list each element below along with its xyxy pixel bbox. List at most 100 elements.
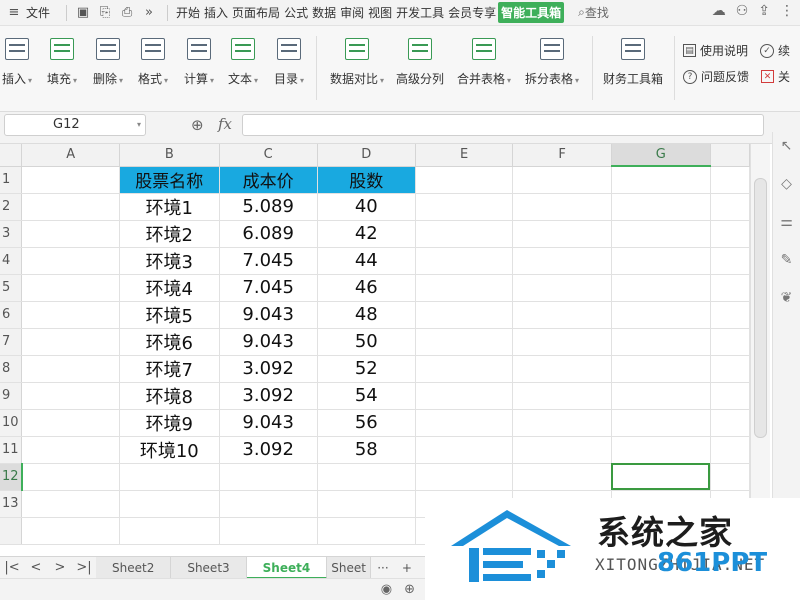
tab-member[interactable]: 会员专享 [446, 4, 498, 21]
cell[interactable] [219, 517, 318, 545]
shares-cell[interactable]: 50 [317, 328, 416, 356]
cursor-select-icon[interactable]: ↖ [779, 138, 795, 154]
stock-name-cell[interactable]: 环境9 [119, 409, 220, 437]
cost-price-cell[interactable]: 6.089 [219, 220, 318, 248]
finance-toolbox-button[interactable]: 财务工具箱 [602, 38, 664, 87]
cell[interactable] [710, 436, 750, 464]
print-icon[interactable]: ⎙ [117, 3, 137, 23]
cost-price-cell[interactable]: 9.043 [219, 301, 318, 329]
header-cell-cost-price[interactable]: 成本价 [219, 166, 318, 194]
row-header-6[interactable]: 6 [0, 301, 23, 329]
cell[interactable] [611, 193, 711, 221]
row-header-2[interactable]: 2 [0, 193, 23, 221]
cost-price-cell[interactable]: 5.089 [219, 193, 318, 221]
stock-name-cell[interactable]: 环境8 [119, 382, 220, 410]
cell[interactable] [415, 436, 514, 464]
cost-price-cell[interactable]: 7.045 [219, 274, 318, 302]
cell[interactable] [512, 166, 612, 194]
row-header-10[interactable]: 10 [0, 409, 23, 437]
feedback-button[interactable]: ? 问题反馈 ✕ 关 [683, 68, 790, 85]
shares-cell[interactable]: 54 [317, 382, 416, 410]
cost-price-cell[interactable]: 9.043 [219, 409, 318, 437]
tab-smart-toolbox[interactable]: 智能工具箱 [498, 2, 565, 23]
advanced-split-button[interactable]: 高级分列 [393, 38, 447, 87]
export-icon[interactable]: ⎘ [95, 3, 115, 23]
more-options-icon[interactable]: ⋮ [780, 3, 794, 19]
split-table-button[interactable]: 拆分表格 ▾ [522, 38, 582, 87]
cell[interactable] [415, 355, 514, 383]
row-header-9[interactable]: 9 [0, 382, 23, 410]
row-header-7[interactable]: 7 [0, 328, 23, 356]
cell[interactable] [512, 463, 612, 491]
prev-sheet-icon[interactable]: < [24, 560, 48, 575]
view-mode-icon[interactable]: ⊕ [404, 582, 415, 597]
slider-settings-icon[interactable]: ⚌ [779, 214, 795, 230]
cell[interactable] [415, 247, 514, 275]
stock-name-cell[interactable]: 环境10 [119, 436, 220, 464]
tab-insert[interactable]: 插入 [202, 4, 230, 21]
row-header-8[interactable]: 8 [0, 355, 23, 383]
cell[interactable] [710, 328, 750, 356]
last-sheet-icon[interactable]: >| [72, 560, 96, 575]
cell[interactable] [415, 382, 514, 410]
cell[interactable] [317, 517, 416, 545]
cell[interactable] [317, 490, 416, 518]
cell[interactable] [710, 220, 750, 248]
cell[interactable] [611, 328, 711, 356]
cell[interactable] [21, 193, 121, 221]
cell[interactable] [512, 274, 612, 302]
tab-data[interactable]: 数据 [310, 4, 338, 21]
cell[interactable] [415, 274, 514, 302]
app-logo-icon[interactable]: ❦ [779, 290, 795, 306]
cell[interactable] [611, 166, 711, 194]
cell[interactable] [710, 247, 750, 275]
sheet-tab-sheet4[interactable]: Sheet4 [246, 556, 328, 579]
cost-price-cell[interactable]: 3.092 [219, 355, 318, 383]
cell[interactable] [21, 382, 121, 410]
stock-name-cell[interactable]: 环境6 [119, 328, 220, 356]
cell[interactable] [21, 517, 121, 545]
name-box[interactable]: G12 ▾ [4, 114, 146, 136]
shape-icon[interactable]: ◇ [779, 176, 795, 192]
cell[interactable] [512, 301, 612, 329]
cell[interactable] [415, 328, 514, 356]
column-header-b[interactable]: B [119, 144, 220, 167]
cell[interactable] [21, 220, 121, 248]
cell[interactable] [710, 193, 750, 221]
cell[interactable] [119, 490, 220, 518]
row-header-3[interactable]: 3 [0, 220, 23, 248]
row-header-1[interactable]: 1 [0, 166, 23, 194]
row-header-11[interactable]: 11 [0, 436, 23, 464]
eye-protection-icon[interactable]: ◉ [381, 582, 392, 597]
toc-button[interactable]: 目录 ▾ [262, 38, 316, 87]
help-button[interactable]: ▤ 使用说明 ✓ 续 [683, 42, 790, 59]
column-header-f[interactable]: F [512, 144, 612, 167]
search-box[interactable]: ⌕ 查找 [578, 4, 609, 21]
shares-cell[interactable]: 46 [317, 274, 416, 302]
sheet-tab-sheet2[interactable]: Sheet2 [96, 556, 172, 579]
cell[interactable] [512, 355, 612, 383]
row-header-13[interactable]: 13 [0, 490, 23, 518]
add-sheet-button[interactable]: + [395, 561, 419, 575]
cell[interactable] [611, 436, 711, 464]
cell[interactable] [512, 193, 612, 221]
more-chevron-icon[interactable]: » [139, 3, 159, 23]
cost-price-cell[interactable]: 9.043 [219, 328, 318, 356]
stock-name-cell[interactable]: 环境5 [119, 301, 220, 329]
vertical-scrollbar[interactable] [750, 144, 770, 556]
column-header-d[interactable]: D [317, 144, 416, 167]
cell[interactable] [21, 463, 121, 491]
cell[interactable] [512, 247, 612, 275]
cell[interactable] [21, 166, 121, 194]
cell[interactable] [415, 193, 514, 221]
share-user-icon[interactable]: ⚇ [736, 3, 749, 19]
save-icon[interactable]: ▣ [73, 3, 93, 23]
row-header-5[interactable]: 5 [0, 274, 23, 302]
cost-price-cell[interactable]: 3.092 [219, 382, 318, 410]
cloud-sync-icon[interactable]: ☁ [712, 3, 726, 19]
cell[interactable] [710, 409, 750, 437]
shares-cell[interactable]: 58 [317, 436, 416, 464]
cell[interactable] [21, 328, 121, 356]
cell[interactable] [611, 301, 711, 329]
cell[interactable] [611, 220, 711, 248]
